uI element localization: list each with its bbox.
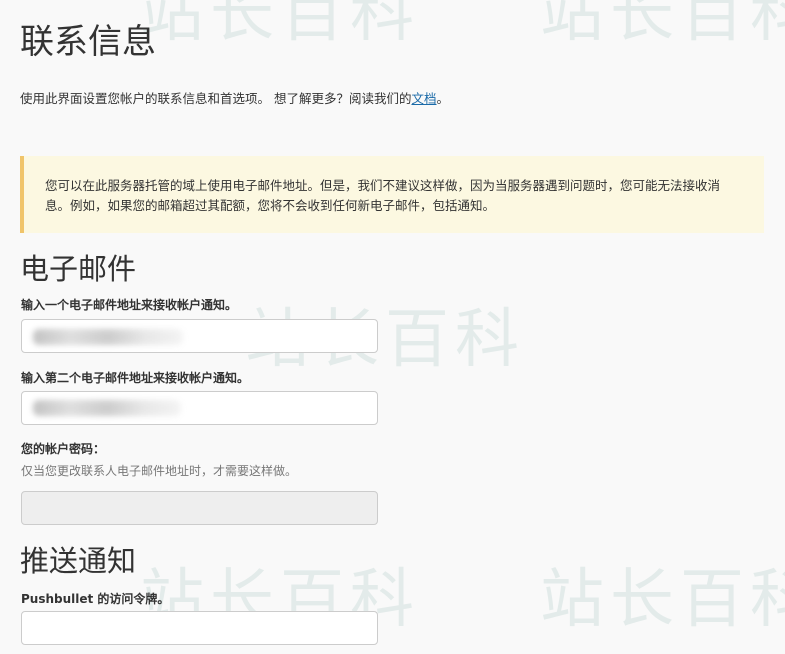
pushbullet-token-input[interactable] [21, 611, 378, 645]
intro-description: 使用此界面设置您帐户的联系信息和首选项。 想了解更多？阅读我们的 [20, 91, 412, 106]
page-title: 联系信息 [20, 22, 156, 62]
redacted-email-primary [33, 329, 183, 345]
email-section-title: 电子邮件 [20, 252, 137, 286]
documentation-link[interactable]: 文档 [411, 91, 436, 106]
warning-notice: 您可以在此服务器托管的域上使用电子邮件地址。但是，我们不建议这样做，因为当服务器… [20, 156, 764, 233]
watermark-bottom-right: 站长百科 [540, 563, 785, 637]
primary-email-label: 输入一个电子邮件地址来接收帐户通知。 [21, 298, 238, 312]
warning-notice-text: 您可以在此服务器托管的域上使用电子邮件地址。但是，我们不建议这样做，因为当服务器… [45, 178, 721, 213]
password-help-text: 仅当您更改联系人电子邮件地址时，才需要这样做。 [21, 464, 298, 478]
watermark-top-left: 站长百科 [140, 0, 420, 51]
password-input[interactable] [21, 491, 378, 525]
secondary-email-label: 输入第二个电子邮件地址来接收帐户通知。 [21, 371, 250, 385]
intro-text: 使用此界面设置您帐户的联系信息和首选项。 想了解更多？阅读我们的文档。 [20, 90, 449, 108]
redacted-email-secondary [33, 400, 181, 416]
pushbullet-token-label: Pushbullet 的访问令牌。 [21, 592, 170, 606]
push-section-title: 推送通知 [20, 544, 137, 578]
password-label: 您的帐户密码： [21, 442, 106, 456]
watermark-top-right: 站长百科 [540, 0, 785, 51]
intro-suffix: 。 [436, 91, 450, 106]
